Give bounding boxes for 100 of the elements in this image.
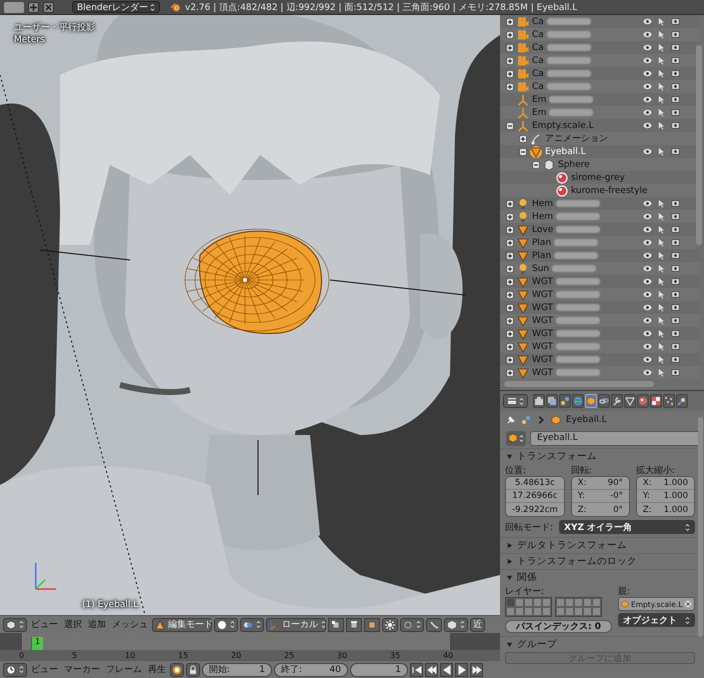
eye-icon[interactable] [643,290,652,299]
properties-tab[interactable] [533,394,545,408]
menu-item[interactable]: フレーム [104,663,144,676]
eye-icon[interactable] [643,355,652,364]
camera-icon[interactable] [671,56,680,65]
expand-toggle-icon[interactable] [506,44,514,52]
layer-toggle[interactable] [592,607,601,616]
properties-tab[interactable] [611,394,623,408]
eye-icon[interactable] [643,316,652,325]
camera-icon[interactable] [671,329,680,338]
properties-tab[interactable] [585,394,597,408]
camera-icon[interactable] [671,303,680,312]
eye-icon[interactable] [643,43,652,52]
outliner-row[interactable]: WGT [500,366,700,379]
eye-icon[interactable] [643,212,652,221]
outliner-row[interactable]: WGT [500,314,700,327]
add-button[interactable] [28,2,39,12]
eye-icon[interactable] [643,342,652,351]
layer-toggle[interactable] [592,598,601,607]
properties-tab[interactable] [650,394,662,408]
layout-field[interactable] [4,2,24,12]
face-select-button[interactable] [364,618,380,632]
layer-toggle[interactable] [515,598,524,607]
current-frame-field[interactable]: 1 [350,662,408,676]
expand-toggle-icon[interactable] [506,212,514,220]
outliner-row[interactable]: Plan [500,236,700,249]
number-field[interactable]: Y: 1.000 [636,490,694,503]
camera-icon[interactable] [671,82,680,91]
layer-toggle[interactable] [542,607,551,616]
camera-icon[interactable] [671,225,680,234]
play-reverse-button[interactable] [440,662,453,676]
menu-item[interactable]: 選択 [62,618,84,631]
eye-icon[interactable] [643,95,652,104]
outliner-row[interactable]: WGT [500,340,700,353]
eye-icon[interactable] [643,238,652,247]
expand-toggle-icon[interactable] [506,18,514,26]
layer-toggle[interactable] [574,607,583,616]
eye-icon[interactable] [643,82,652,91]
menu-item[interactable]: マーカー [62,663,102,676]
scrollbar[interactable] [696,45,702,245]
expand-toggle-icon[interactable] [506,304,514,312]
editor-type-button[interactable] [503,394,528,408]
eye-icon[interactable] [643,108,652,117]
camera-icon[interactable] [671,199,680,208]
outliner-row[interactable]: Sun [500,262,700,275]
layer-toggle[interactable] [533,607,542,616]
skip-back-button[interactable] [425,662,438,676]
menu-item[interactable]: 再生 [146,663,168,676]
eye-icon[interactable] [643,225,652,234]
eye-icon[interactable] [643,69,652,78]
object-browse-button[interactable] [506,430,526,446]
snap-button[interactable] [426,618,442,632]
preview-range-button[interactable] [170,662,184,676]
layer-grid[interactable] [555,597,602,617]
camera-icon[interactable] [671,108,680,117]
expand-toggle-icon[interactable] [506,238,514,246]
properties-tab[interactable] [663,394,675,408]
expand-toggle-icon[interactable] [506,290,514,298]
menu-item[interactable]: メッシュ [110,618,150,631]
layer-grid[interactable] [505,597,552,617]
properties-tab[interactable] [546,394,558,408]
pin-icon[interactable] [506,415,516,425]
number-field[interactable]: Z: 1.000 [636,503,694,516]
expand-toggle-icon[interactable] [519,148,527,156]
layer-toggle[interactable] [556,598,565,607]
layer-toggle[interactable] [506,607,515,616]
snap-element-dropdown[interactable] [444,618,468,632]
layer-toggle[interactable] [524,607,533,616]
number-field[interactable]: 5.48613c [506,477,564,490]
eye-icon[interactable] [643,303,652,312]
expand-toggle-icon[interactable] [506,368,514,376]
number-field[interactable]: 17.26966c [506,490,564,503]
eye-icon[interactable] [643,264,652,273]
eye-icon[interactable] [643,368,652,377]
camera-icon[interactable] [671,342,680,351]
layer-toggle[interactable] [583,598,592,607]
number-field[interactable]: -9.2922cm [506,503,564,516]
expand-toggle-icon[interactable] [506,30,514,38]
camera-icon[interactable] [671,30,680,39]
layer-toggle[interactable] [506,598,515,607]
editor-type-button[interactable] [3,618,27,632]
menu-item[interactable]: ビュー [29,618,60,631]
camera-icon[interactable] [671,277,680,286]
properties-tab[interactable] [559,394,571,408]
eye-icon[interactable] [643,56,652,65]
camera-icon[interactable] [671,316,680,325]
menu-item[interactable]: 追加 [86,618,108,631]
close-button[interactable] [43,2,54,12]
scrollbar[interactable] [504,381,654,387]
layer-toggle[interactable] [583,607,592,616]
outliner-row[interactable]: WGT [500,288,700,301]
camera-icon[interactable] [671,355,680,364]
eye-icon[interactable] [643,121,652,130]
expand-toggle-icon[interactable] [506,278,514,286]
cursor-icon[interactable] [657,147,666,156]
layer-toggle[interactable] [524,598,533,607]
number-field[interactable]: Y: -0° [572,490,629,503]
expand-toggle-icon[interactable] [519,134,527,142]
menu-item[interactable]: ビュー [29,663,60,676]
camera-icon[interactable] [671,121,680,130]
